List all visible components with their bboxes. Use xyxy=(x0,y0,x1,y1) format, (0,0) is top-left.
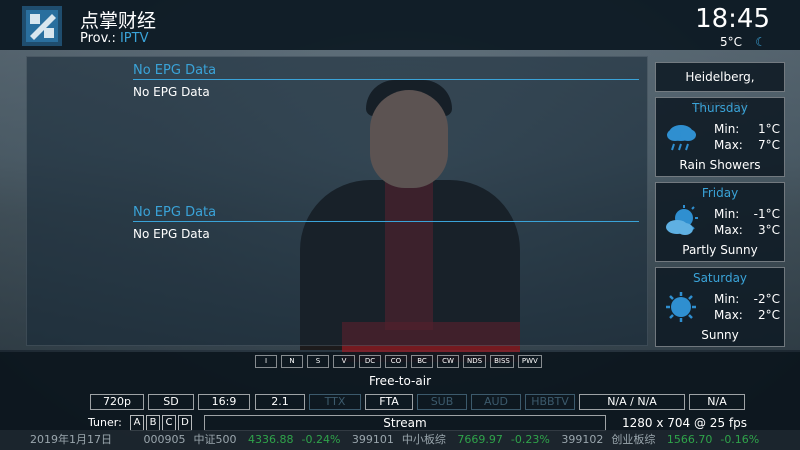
min-value: -2°C xyxy=(753,292,780,306)
tuner-slot: A xyxy=(130,415,144,431)
ticker-name: 创业板综 xyxy=(611,433,656,446)
epg-next-description: No EPG Data xyxy=(133,227,210,241)
current-temperature: 5°C xyxy=(719,35,742,49)
ca-badge: V xyxy=(333,355,355,368)
ca-badge: I xyxy=(255,355,277,368)
tuner-slot: D xyxy=(178,415,192,431)
stream-type: Stream xyxy=(204,415,606,431)
max-value: 2°C xyxy=(757,308,780,322)
resolution-info: 1280 x 704 @ 25 fps xyxy=(622,416,747,430)
max-label: Max: xyxy=(714,223,743,237)
resolution-badge: 720p xyxy=(90,394,144,410)
provider-label: Prov.: xyxy=(80,31,116,46)
epg-next: No EPG Data No EPG Data xyxy=(133,205,639,241)
ticker-code: 399102 xyxy=(561,433,604,446)
max-value: 3°C xyxy=(757,223,780,237)
provider-line: Prov.: IPTV xyxy=(80,31,148,46)
min-label: Min: xyxy=(714,122,740,136)
stock-ticker: 2019年1月17日 000905 中证500 4336.88 -0.24% 399… xyxy=(0,430,800,450)
epg-now: No EPG Data No EPG Data xyxy=(133,63,639,99)
ca-badge: BC xyxy=(411,355,433,368)
ca-badge: CW xyxy=(437,355,459,368)
ticker-change: -0.24% xyxy=(301,433,341,446)
tuner-label: Tuner: xyxy=(88,416,122,429)
ttx-badge: TTX xyxy=(309,394,361,410)
rain-cloud-icon xyxy=(667,125,696,151)
ticker-value: 1566.70 xyxy=(666,433,713,446)
min-label: Min: xyxy=(714,292,740,306)
ticker-name: 中证500 xyxy=(193,433,237,446)
fta-badge: FTA xyxy=(365,394,413,410)
ticker-code: 000905 xyxy=(143,433,186,446)
ticker-date: 2019年1月17日 xyxy=(30,433,112,446)
weather-condition: Sunny xyxy=(701,328,739,342)
min-value: -1°C xyxy=(753,207,780,221)
aud-badge: AUD xyxy=(471,394,521,410)
ca-systems-row: I N S V DC CO BC CW NDS BISS PWV xyxy=(255,355,542,368)
definition-badge: SD xyxy=(148,394,194,410)
weather-day-1: Thursday Min: 1°C Max: 7°C Rain Showers xyxy=(655,97,785,177)
extra-info-badge: N/A xyxy=(689,394,745,410)
tuner-slot: B xyxy=(146,415,160,431)
provider-value: IPTV xyxy=(119,31,149,46)
min-label: Min: xyxy=(714,207,740,221)
weather-day-3: Saturday Min: -2°C Max: 2°C Sunny xyxy=(655,267,785,347)
max-label: Max: xyxy=(714,308,743,322)
video-audio-info-badge: N/A / N/A xyxy=(579,394,685,410)
ca-badge: S xyxy=(307,355,329,368)
partly-sunny-icon xyxy=(666,205,698,235)
epg-next-title: No EPG Data xyxy=(133,205,639,222)
weather-condition: Rain Showers xyxy=(679,158,761,172)
infobar-header: 点掌财经 Prov.: IPTV 18:45 5°C ☾ xyxy=(0,0,800,50)
weather-day-name: Thursday xyxy=(692,101,748,115)
weather-minmax: Min: -1°C Max: 3°C xyxy=(714,206,780,238)
weather-day-name: Saturday xyxy=(692,271,748,285)
ticker-value: 7669.97 xyxy=(457,433,503,446)
max-label: Max: xyxy=(714,138,743,152)
epg-now-description: No EPG Data xyxy=(133,85,210,99)
encryption-status: Free-to-air xyxy=(368,374,431,388)
max-value: 7°C xyxy=(757,138,780,152)
sun-icon xyxy=(666,292,696,322)
channel-logo-icon xyxy=(22,6,62,46)
epg-now-title: No EPG Data xyxy=(133,63,639,80)
ca-badge: DC xyxy=(359,355,381,368)
audio-channels-badge: 2.1 xyxy=(255,394,305,410)
ca-badge: N xyxy=(281,355,303,368)
min-value: 1°C xyxy=(757,122,780,136)
moon-icon: ☾ xyxy=(755,35,766,49)
sub-badge: SUB xyxy=(417,394,467,410)
ca-badge: NDS xyxy=(463,355,487,368)
weather-day-name: Friday xyxy=(701,186,739,200)
weather-location: Heidelberg, Germany xyxy=(655,62,785,112)
ca-badge: PWV xyxy=(517,355,542,368)
hbbtv-badge: HBBTV xyxy=(525,394,575,410)
weather-day-2: Friday Min: -1°C Max: 3°C Partly Sunny xyxy=(655,182,785,262)
ticker-name: 中小板综 xyxy=(401,433,446,446)
ticker-change: -0.16% xyxy=(720,433,760,446)
ticker-code: 399101 xyxy=(351,433,394,446)
weather-minmax: Min: 1°C Max: 7°C xyxy=(714,121,780,153)
ticker-value: 4336.88 xyxy=(248,433,294,446)
ticker-change: -0.23% xyxy=(510,433,550,446)
channel-name: 点掌财经 xyxy=(80,10,157,32)
ca-badge: BISS xyxy=(490,355,514,368)
ca-badge: CO xyxy=(385,355,407,368)
epg-panel: No EPG Data No EPG Data No EPG Data No E… xyxy=(26,56,648,346)
tuner-slot: C xyxy=(162,415,176,431)
clock: 18:45 xyxy=(695,4,770,34)
weather-minmax: Min: -2°C Max: 2°C xyxy=(714,291,780,323)
weather-condition: Partly Sunny xyxy=(682,243,758,257)
aspect-badge: 16:9 xyxy=(198,394,250,410)
